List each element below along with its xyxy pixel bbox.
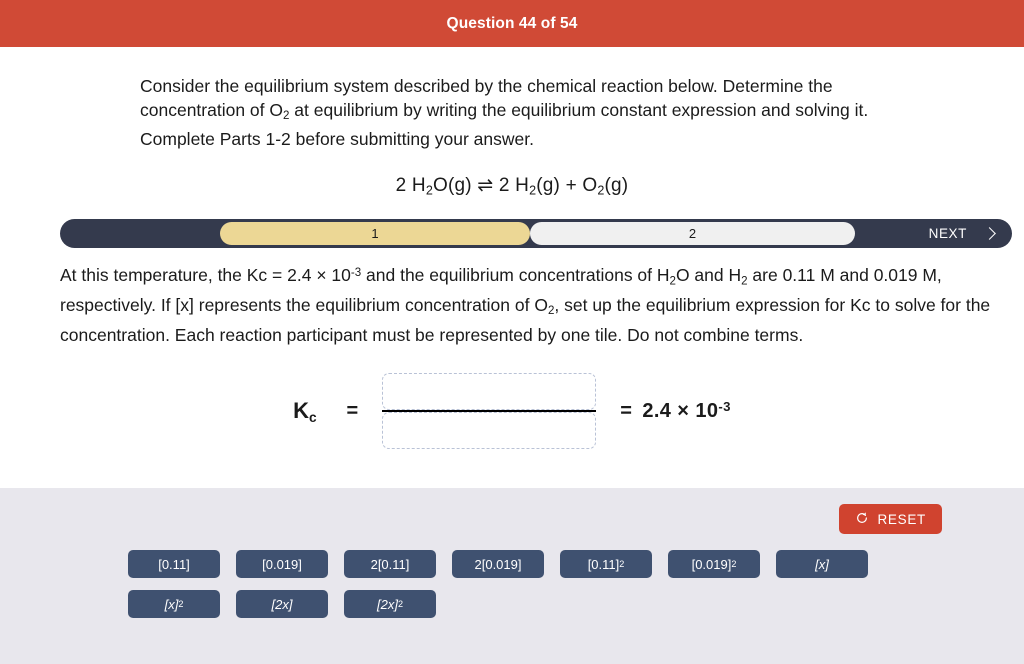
tile-label: [0.019] <box>691 556 732 572</box>
step-progress-bar: 1 2 NEXT <box>60 219 1012 249</box>
step-1-label: 1 <box>371 226 379 242</box>
numerator-dropzone[interactable] <box>382 373 597 411</box>
equation-product-coefficient: 2 H <box>498 174 530 196</box>
prompt-superscript-1: -3 <box>350 267 362 280</box>
rotate-ccw-icon <box>855 511 869 528</box>
tile-label: 2[0.11] <box>370 556 410 572</box>
equation-plus-sign: + <box>565 174 577 196</box>
tile-label: [x] <box>164 596 179 612</box>
answer-expression: Kc = = 2.4 × 10-3 <box>0 373 1024 450</box>
tile-0-11-sq[interactable]: [0.11] 2 <box>560 550 652 578</box>
equation-subscript-a: 2 <box>425 183 433 198</box>
prompt-seg-3: O and H <box>675 265 742 286</box>
equation-reactant-coefficient: 2 H <box>395 174 426 196</box>
equation-reactant-rest: O(g) <box>433 174 472 196</box>
tile-2-0-019[interactable]: 2[0.019] <box>452 550 544 578</box>
prompt-seg-2: and the equilibrium concentrations of H <box>361 265 670 286</box>
tile-label: [0.11] <box>158 556 190 572</box>
chemical-equation: 2 H2O(g) ⇌ 2 H2(g) + O2(g) <box>0 174 1024 198</box>
kc-label: Kc <box>293 398 316 425</box>
reset-button-label: RESET <box>877 511 926 527</box>
tile-x-sq[interactable]: [x] 2 <box>128 590 220 618</box>
kc-subscript: c <box>308 409 317 425</box>
tile-tray: RESET [0.11] [0.019] 2[0.11] 2[0.019] [0.11]… <box>0 488 1024 664</box>
kc-value: = 2.4 × 10-3 <box>620 399 731 423</box>
step-tab-1[interactable]: 1 <box>220 222 530 246</box>
prompt-seg-1: At this temperature, the Kc = 2.4 × 10 <box>60 265 351 286</box>
kc-value-number: 2.4 × 10 <box>642 400 719 423</box>
equilibrium-arrow-icon: ⇌ <box>477 174 494 196</box>
equation-product-rest: (g) <box>536 174 561 196</box>
equation-product2-rest: (g) <box>604 174 629 196</box>
equals-sign-left: = <box>346 399 359 422</box>
equation-product2: O <box>582 174 598 196</box>
next-button[interactable]: NEXT <box>928 226 996 242</box>
step-tab-2[interactable]: 2 <box>530 222 855 246</box>
reset-button[interactable]: RESET <box>839 504 942 534</box>
kc-letter: K <box>293 397 309 423</box>
tile-2x[interactable]: [2x] <box>236 590 328 618</box>
tile-2-0-11[interactable]: 2[0.11] <box>344 550 436 578</box>
tile-label: [2x] <box>376 596 398 612</box>
tile-0-019[interactable]: [0.019] <box>236 550 328 578</box>
fraction-container <box>382 373 597 450</box>
tile-2x-sq[interactable]: [2x] 2 <box>344 590 436 618</box>
question-body: Consider the equilibrium system describe… <box>0 75 1024 450</box>
tile-exponent: 2 <box>731 559 737 569</box>
reset-row: RESET <box>0 488 1024 534</box>
tile-list: [0.11] [0.019] 2[0.11] 2[0.019] [0.11] 2 [0.01… <box>0 534 958 618</box>
tile-exponent: 2 <box>619 559 625 569</box>
kc-value-exponent: -3 <box>718 399 731 415</box>
tile-x[interactable]: [x] <box>776 550 868 578</box>
tile-0-11[interactable]: [0.11] <box>128 550 220 578</box>
equation-subscript-c: 2 <box>597 183 605 198</box>
tile-label: [x] <box>815 556 829 572</box>
next-button-label: NEXT <box>928 226 967 242</box>
chevron-right-icon <box>983 227 996 241</box>
denominator-dropzone[interactable] <box>382 412 597 450</box>
tile-label: [2x] <box>271 596 293 612</box>
question-prompt: At this temperature, the Kc = 2.4 × 10-3… <box>60 262 1010 347</box>
question-header: Question 44 of 54 <box>0 0 1024 47</box>
tile-label: 2[0.019] <box>474 556 522 572</box>
tile-label: [0.019] <box>262 556 302 572</box>
tile-exponent: 2 <box>397 599 404 609</box>
page-title: Question 44 of 54 <box>446 14 578 32</box>
tile-label: [0.11] <box>587 556 620 572</box>
question-intro: Consider the equilibrium system describe… <box>140 75 928 152</box>
tile-exponent: 2 <box>178 599 184 609</box>
step-2-label: 2 <box>688 226 697 242</box>
equals-sign-right: = <box>620 400 633 423</box>
tile-0-019-sq[interactable]: [0.019] 2 <box>668 550 760 578</box>
